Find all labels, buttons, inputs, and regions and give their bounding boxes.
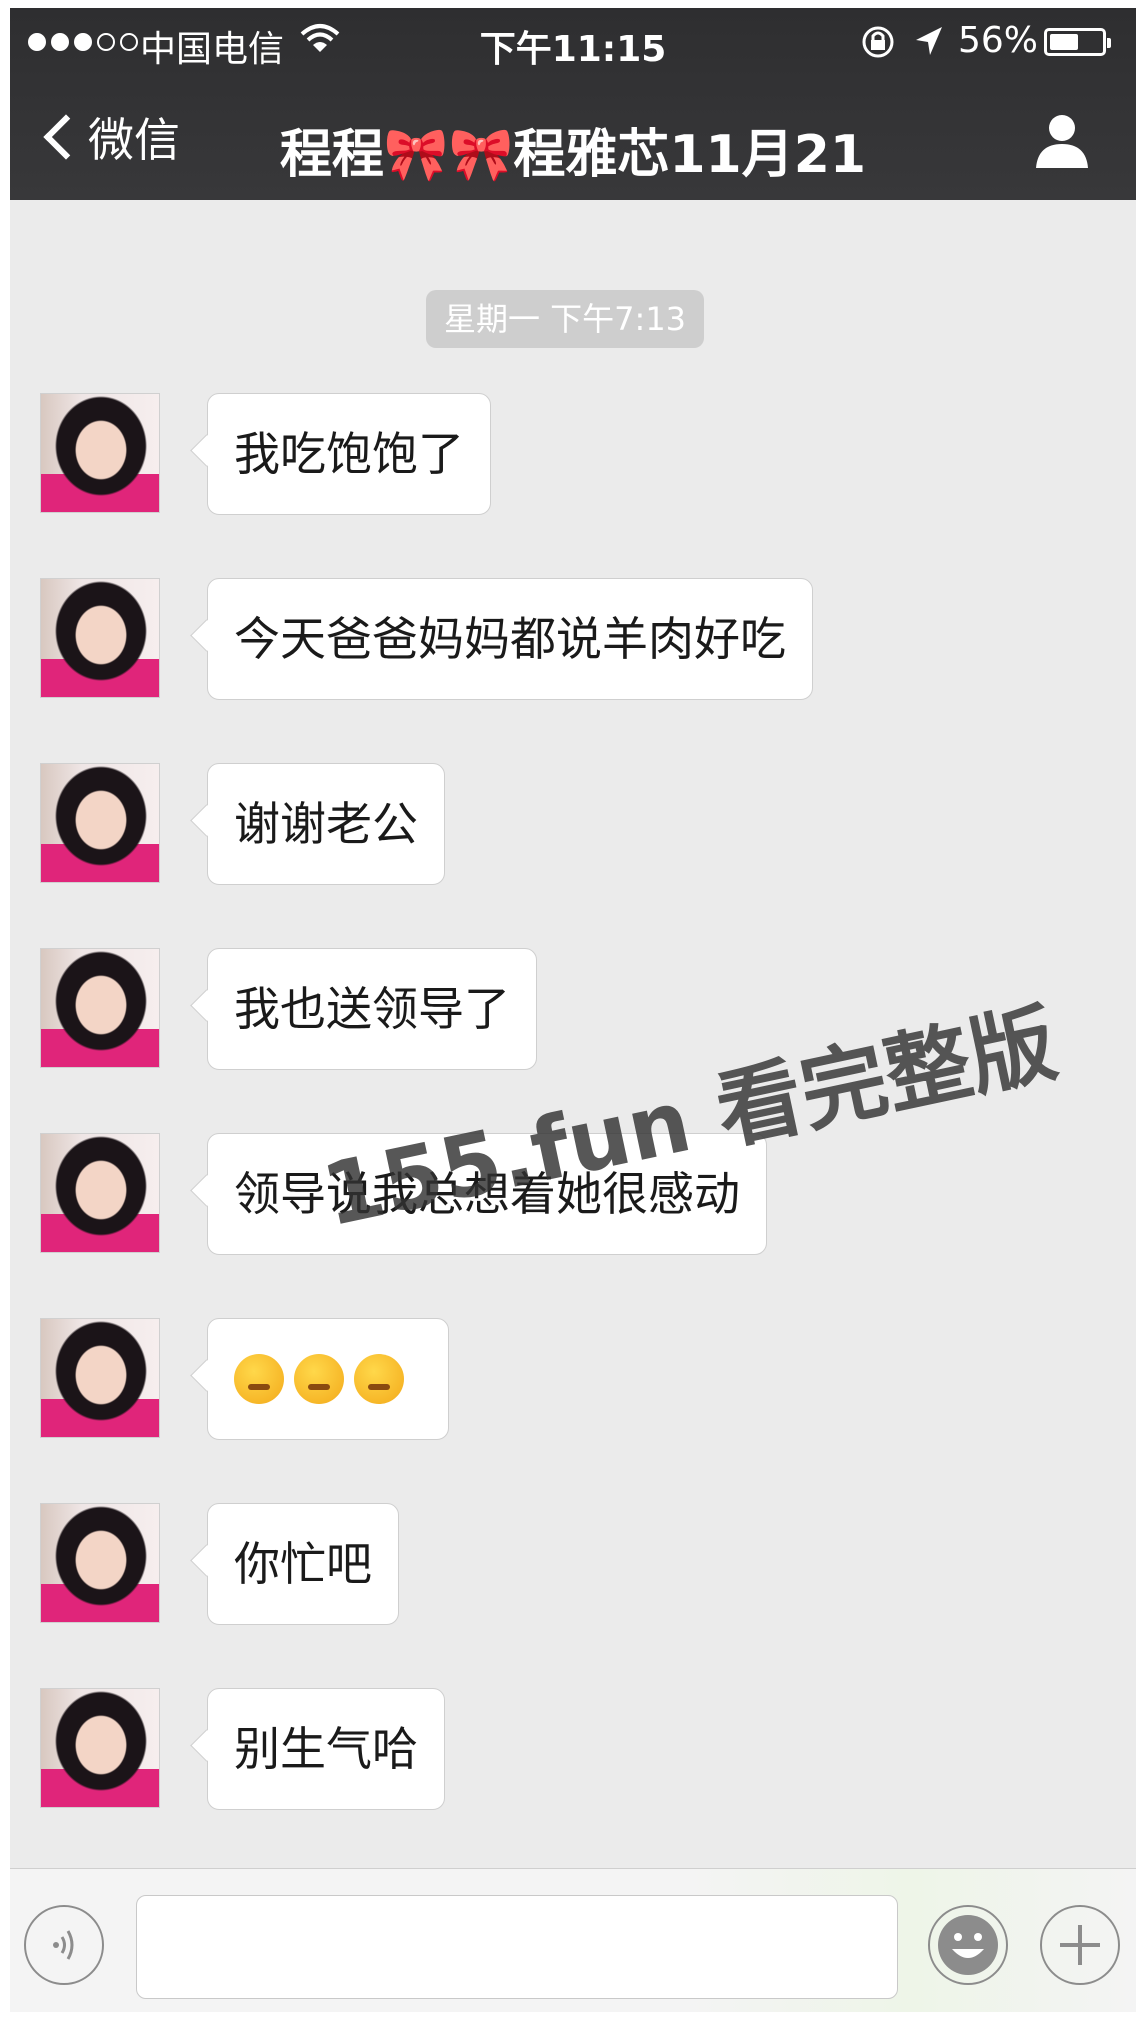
- avatar[interactable]: [40, 393, 160, 513]
- message-bubble[interactable]: 你忙吧: [207, 1503, 399, 1625]
- person-icon[interactable]: [1030, 112, 1094, 174]
- rotation-lock-icon: [860, 24, 896, 69]
- message-bubble[interactable]: 谢谢老公: [207, 763, 445, 885]
- avatar[interactable]: [40, 1503, 160, 1623]
- voice-button[interactable]: [24, 1905, 104, 1985]
- message-bubble[interactable]: [207, 1318, 449, 1440]
- top-bar: 中国电信 下午11:15 56% 微信 程程🎀🎀程雅芯11月21: [10, 8, 1136, 200]
- avatar[interactable]: [40, 1133, 160, 1253]
- message-input[interactable]: [136, 1895, 898, 1999]
- smiley-icon: [938, 1915, 998, 1975]
- wechat-chat-screen: 中国电信 下午11:15 56% 微信 程程🎀🎀程雅芯11月21 星期一 下午7…: [10, 8, 1136, 2012]
- avatar[interactable]: [40, 1318, 160, 1438]
- emoji-row: [234, 1319, 422, 1439]
- battery-tip: [1107, 38, 1111, 48]
- thinking-face-emoji-icon: [354, 1354, 404, 1404]
- plus-icon: [1060, 1925, 1100, 1965]
- input-bar: [10, 1868, 1136, 2012]
- location-arrow-icon: [912, 24, 946, 69]
- battery-icon: [1044, 28, 1111, 56]
- chat-timestamp: 星期一 下午7:13: [426, 290, 705, 348]
- chat-area[interactable]: 星期一 下午7:13 我吃饱饱了 今天爸爸妈妈都说羊肉好吃 谢谢老公 我也送领导…: [10, 200, 1136, 1868]
- chat-title: 程程🎀🎀程雅芯11月21: [279, 125, 867, 185]
- thinking-face-emoji-icon: [234, 1354, 284, 1404]
- message-bubble[interactable]: 我吃饱饱了: [207, 393, 491, 515]
- battery-percent: 56%: [958, 20, 1039, 61]
- avatar[interactable]: [40, 948, 160, 1068]
- avatar[interactable]: [40, 1688, 160, 1808]
- avatar[interactable]: [40, 763, 160, 883]
- avatar[interactable]: [40, 578, 160, 698]
- message-bubble[interactable]: 别生气哈: [207, 1688, 445, 1810]
- emoji-button[interactable]: [928, 1905, 1008, 1985]
- nav-bar: 微信 程程🎀🎀程雅芯11月21: [10, 78, 1136, 200]
- message-bubble[interactable]: 领导说我总想着她很感动: [207, 1133, 767, 1255]
- message-bubble[interactable]: 我也送领导了: [207, 948, 537, 1070]
- more-button[interactable]: [1040, 1905, 1120, 1985]
- voice-icon: [53, 1930, 74, 1960]
- thinking-face-emoji-icon: [294, 1354, 344, 1404]
- message-bubble[interactable]: 今天爸爸妈妈都说羊肉好吃: [207, 578, 813, 700]
- battery-fill: [1050, 34, 1078, 50]
- status-bar: 中国电信 下午11:15 56%: [10, 8, 1136, 78]
